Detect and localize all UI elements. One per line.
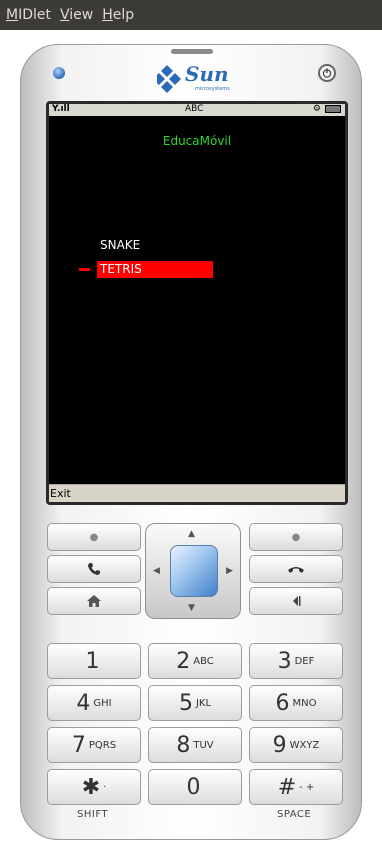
- nav-select-button[interactable]: [170, 545, 218, 597]
- key-7[interactable]: 7 PQRS: [47, 727, 141, 763]
- key-6[interactable]: 6 MNO: [249, 685, 343, 721]
- left-softkey[interactable]: ●: [47, 523, 141, 551]
- key-5[interactable]: 5 JKL: [148, 685, 242, 721]
- menu-help[interactable]: Help: [102, 7, 134, 23]
- svg-text:Sun: Sun: [185, 62, 229, 86]
- nav-up-icon[interactable]: ▲: [188, 529, 195, 539]
- settings-icon: ⚙: [312, 104, 321, 114]
- right-softkey[interactable]: ●: [249, 523, 343, 551]
- power-icon: [322, 68, 332, 78]
- signal-icon: Y.ıll: [52, 104, 70, 114]
- indicator-led: [53, 67, 65, 79]
- softkey-exit[interactable]: Exit: [50, 487, 71, 500]
- app-title: EducaMóvil: [162, 134, 232, 148]
- selection-pointer: [79, 268, 90, 271]
- call-button[interactable]: [47, 555, 141, 583]
- phone-call-icon: [88, 563, 100, 575]
- back-icon: [293, 596, 301, 606]
- key-hash[interactable]: # - +: [249, 769, 343, 805]
- shift-label: SHIFT: [77, 809, 109, 820]
- key-3[interactable]: 3 DEF: [249, 643, 343, 679]
- menu-bar: MIDlet View Help: [0, 0, 382, 30]
- top-notch: [171, 49, 213, 54]
- svg-text:microsystems: microsystems: [195, 86, 230, 92]
- phone-screen[interactable]: Y.ıll ABC ⚙ EducaMóvil SNAKE TETRIS Exit: [49, 104, 345, 502]
- nav-down-icon[interactable]: ▼: [188, 603, 195, 613]
- key-9[interactable]: 9 WXYZ: [249, 727, 343, 763]
- dot-icon: ●: [89, 531, 99, 543]
- menu-midlet[interactable]: MIDlet: [6, 7, 51, 23]
- menu-view[interactable]: View: [60, 7, 93, 23]
- clear-button[interactable]: [249, 587, 343, 615]
- key-8[interactable]: 8 TUV: [148, 727, 242, 763]
- phone-emulator: Sun microsystems Y.ıll ABC ⚙ EducaMóvil …: [20, 44, 362, 840]
- hang-up-icon: [288, 567, 304, 573]
- power-button[interactable]: [318, 64, 336, 82]
- key-star[interactable]: ✱ ·: [47, 769, 141, 805]
- key-2[interactable]: 2 ABC: [148, 643, 242, 679]
- softkey-bar: Exit: [49, 484, 345, 502]
- sun-logo: Sun microsystems: [157, 62, 230, 93]
- nav-left-icon[interactable]: ◀: [153, 566, 160, 576]
- input-mode: ABC: [185, 104, 204, 114]
- home-button[interactable]: [47, 587, 141, 615]
- home-icon: [87, 595, 101, 607]
- key-1[interactable]: 1: [47, 643, 141, 679]
- battery-icon: [325, 105, 341, 113]
- end-call-button[interactable]: [249, 555, 343, 583]
- key-4[interactable]: 4 GHI: [47, 685, 141, 721]
- nav-right-icon[interactable]: ▶: [226, 566, 233, 576]
- key-0[interactable]: 0: [148, 769, 242, 805]
- menu-item-snake[interactable]: SNAKE: [97, 237, 213, 254]
- menu-item-tetris[interactable]: TETRIS: [97, 261, 213, 278]
- space-label: SPACE: [277, 809, 312, 820]
- status-bar: Y.ıll ABC ⚙: [49, 104, 345, 116]
- navigation-pad[interactable]: ▲ ▼ ◀ ▶: [145, 523, 241, 619]
- dot-icon: ●: [291, 531, 301, 543]
